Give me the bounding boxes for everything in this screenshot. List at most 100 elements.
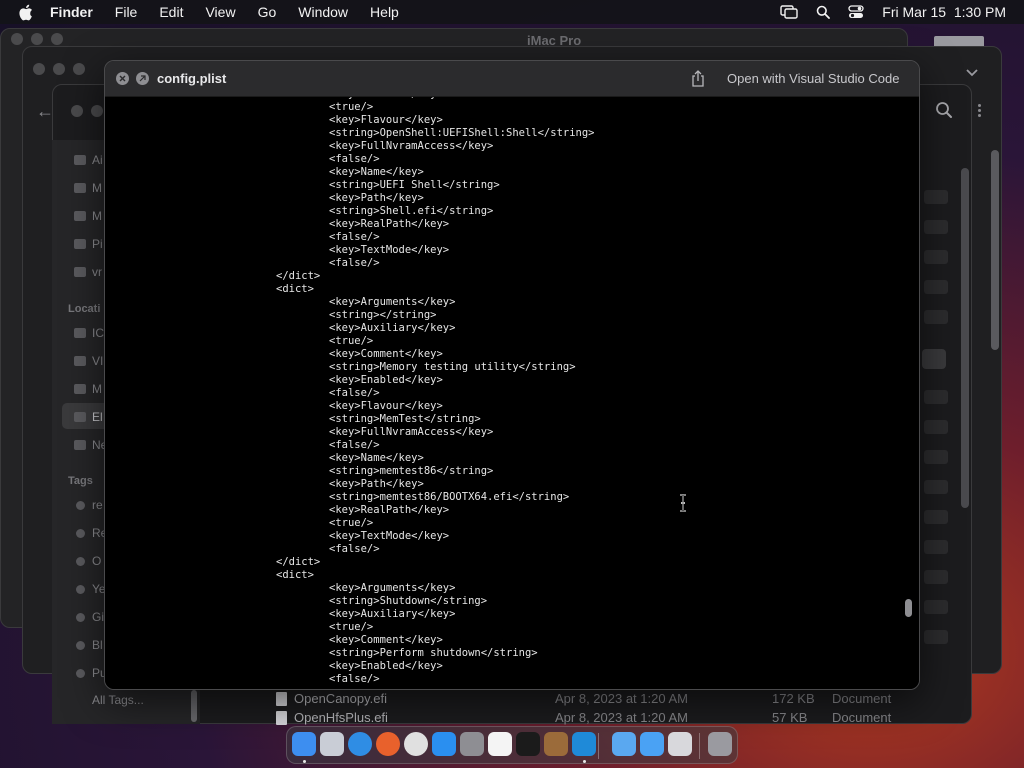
sidebar-item[interactable]: M <box>92 181 102 195</box>
file-date: Apr 8, 2023 at 1:20 AM <box>555 691 688 706</box>
code-line: <key>Path</key> <box>329 478 424 490</box>
code-line: <string>UEFI Shell</string> <box>329 179 500 191</box>
menubar-clock[interactable]: Fri Mar 15 1:30 PM <box>882 4 1006 20</box>
code-line: <string></string> <box>329 309 437 321</box>
code-line: <key>Arguments</key> <box>329 296 456 308</box>
code-line: <key>TextMode</key> <box>329 530 450 542</box>
chevron-down-icon[interactable] <box>965 65 979 83</box>
sidebar-locations-header: Locati <box>68 303 101 315</box>
more-options-icon[interactable] <box>978 104 982 118</box>
chrome-icon[interactable] <box>404 732 428 756</box>
list-item <box>924 390 948 404</box>
app-store-icon[interactable] <box>432 732 456 756</box>
menu-file[interactable]: File <box>115 4 138 20</box>
quicklook-content[interactable]: <key>Enabled</key><true/><key>Flavour</k… <box>105 97 919 689</box>
sidebar-item[interactable]: M <box>92 209 102 223</box>
code-view[interactable]: <key>Enabled</key><true/><key>Flavour</k… <box>105 97 905 686</box>
code-line: <dict> <box>276 283 314 295</box>
sidebar-tag-item[interactable]: Gi <box>92 610 104 624</box>
sidebar-tag-item[interactable]: re <box>92 498 103 512</box>
list-item <box>924 630 948 644</box>
list-item <box>924 220 948 234</box>
sidebar-location-item[interactable]: VI <box>92 354 103 368</box>
content-scrollbar[interactable] <box>905 599 912 617</box>
list-item <box>924 420 948 434</box>
terminal-icon[interactable] <box>516 732 540 756</box>
window-scrollbar[interactable] <box>991 150 999 350</box>
list-item <box>924 510 948 524</box>
vscode-icon[interactable] <box>572 732 596 756</box>
list-item <box>924 540 948 554</box>
sidebar-location-item-selected[interactable]: El <box>92 410 103 424</box>
trash-icon[interactable] <box>708 732 732 756</box>
finder-icon[interactable] <box>292 732 316 756</box>
sidebar-location-item[interactable]: M <box>92 382 102 396</box>
code-line: <true/> <box>329 335 374 347</box>
code-line: <false/> <box>329 387 380 399</box>
menu-go[interactable]: Go <box>258 4 277 20</box>
code-line: <key>FullNvramAccess</key> <box>329 426 494 438</box>
icloud-icon[interactable] <box>612 732 636 756</box>
printer-icon[interactable] <box>668 732 692 756</box>
window-zoom-dot[interactable] <box>73 63 85 75</box>
spotlight-search-icon[interactable] <box>816 5 831 19</box>
code-line: <true/> <box>329 101 374 113</box>
window-close-dot[interactable] <box>71 105 83 117</box>
code-line: <false/> <box>329 439 380 451</box>
list-scrollbar[interactable] <box>961 168 969 508</box>
control-center-icon[interactable] <box>848 5 864 19</box>
menu-window[interactable]: Window <box>298 4 348 20</box>
menu-edit[interactable]: Edit <box>159 4 183 20</box>
launchpad-icon[interactable] <box>320 732 344 756</box>
window-close-dot[interactable] <box>33 63 45 75</box>
window-close-dot[interactable] <box>11 33 23 45</box>
brush-app-icon[interactable] <box>544 732 568 756</box>
close-button[interactable] <box>116 72 129 85</box>
sidebar-tag-item[interactable]: O <box>92 554 101 568</box>
tag-dot-icon <box>76 501 85 510</box>
code-line: <string>Shell.efi</string> <box>329 205 494 217</box>
network-icon <box>74 440 86 450</box>
code-line: <false/> <box>329 543 380 555</box>
code-line: <key>Arguments</key> <box>329 582 456 594</box>
safari-icon[interactable] <box>348 732 372 756</box>
code-line: <key>Flavour</key> <box>329 400 443 412</box>
table-row[interactable]: OpenCanopy.efi Apr 8, 2023 at 1:20 AM 17… <box>272 690 912 710</box>
sidebar-tag-item[interactable]: Bl <box>92 638 103 652</box>
preview-icon[interactable] <box>640 732 664 756</box>
sidebar-item[interactable]: vr <box>92 265 102 279</box>
system-settings-icon[interactable] <box>460 732 484 756</box>
code-line: <false/> <box>329 673 380 685</box>
sidebar-scrollbar[interactable] <box>191 690 197 722</box>
code-line: <key>Flavour</key> <box>329 114 443 126</box>
share-icon[interactable] <box>691 70 705 92</box>
firefox-icon[interactable] <box>376 732 400 756</box>
sidebar-location-item[interactable]: IC <box>92 326 104 340</box>
apple-menu-icon[interactable] <box>18 3 36 21</box>
code-line: <dict> <box>276 569 314 581</box>
sidebar-item[interactable]: Pi <box>92 237 103 251</box>
list-item <box>924 480 948 494</box>
quicklook-window[interactable]: config.plist Open with Visual Studio Cod… <box>104 60 920 690</box>
screen-mirroring-icon[interactable] <box>780 5 798 19</box>
window-zoom-dot[interactable] <box>51 33 63 45</box>
window-minimize-dot[interactable] <box>91 105 103 117</box>
menu-help[interactable]: Help <box>370 4 399 20</box>
window-minimize-dot[interactable] <box>53 63 65 75</box>
menu-view[interactable]: View <box>205 4 235 20</box>
search-icon[interactable] <box>935 101 953 124</box>
code-line: <true/> <box>329 517 374 529</box>
document-icon <box>276 692 287 706</box>
fullscreen-button[interactable] <box>136 72 149 85</box>
sidebar-icon <box>74 183 86 193</box>
code-line: </dict> <box>276 556 321 568</box>
tag-dot-icon <box>76 669 85 678</box>
app-menu-finder[interactable]: Finder <box>50 4 93 20</box>
code-line: <false/> <box>329 231 380 243</box>
sidebar-all-tags[interactable]: All Tags... <box>92 693 144 707</box>
code-line: <key>Enabled</key> <box>329 374 443 386</box>
sidebar-item[interactable]: Ai <box>92 153 103 167</box>
textedit-icon[interactable] <box>488 732 512 756</box>
window-minimize-dot[interactable] <box>31 33 43 45</box>
open-with-button[interactable]: Open with Visual Studio Code <box>727 71 899 86</box>
